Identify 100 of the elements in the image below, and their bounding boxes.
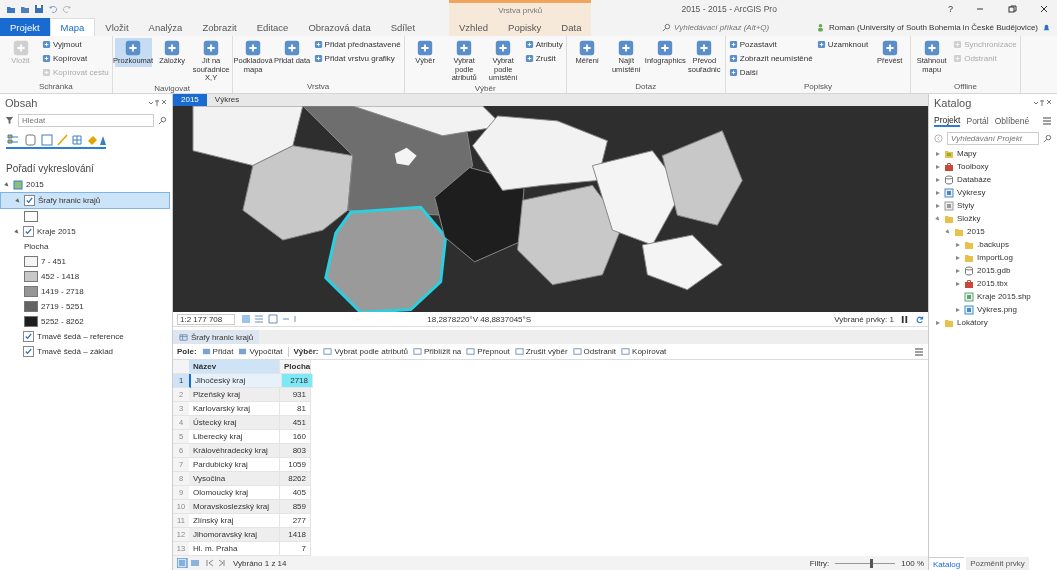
pane-tab[interactable]: Pozměnit prvky: [966, 557, 1029, 570]
toolbar-button[interactable]: Přepnout: [466, 347, 510, 357]
toolbar-button[interactable]: Odstranit: [572, 347, 617, 357]
tree-label[interactable]: ImportLog: [977, 253, 1014, 262]
ribbon-button[interactable]: Pozastavit: [727, 38, 814, 51]
expand-arrow-icon[interactable]: [935, 189, 941, 196]
tree-label[interactable]: Složky: [957, 214, 981, 223]
toolbar-button[interactable]: Zrušit výběr: [514, 347, 568, 357]
close-icon[interactable]: [1039, 4, 1049, 14]
table-navigation-icon[interactable]: [177, 558, 227, 569]
ribbon-tab[interactable]: Vzhled: [449, 18, 499, 36]
expand-arrow-icon[interactable]: [935, 150, 941, 157]
expand-arrow-icon[interactable]: [935, 319, 941, 326]
ribbon-tab[interactable]: Zobrazit: [192, 18, 247, 36]
expand-arrow-icon[interactable]: [955, 254, 961, 261]
panel-controls-icon[interactable]: [1032, 98, 1052, 108]
layer-item[interactable]: Kraje 2015: [0, 224, 172, 239]
refresh-icon[interactable]: [915, 314, 924, 324]
ribbon-tab[interactable]: Obrazová data: [298, 18, 381, 36]
ribbon-tab[interactable]: Sdílet: [380, 18, 426, 36]
panel-controls-icon[interactable]: [147, 98, 167, 108]
zoom-level[interactable]: 100 %: [901, 558, 924, 568]
catalog-tab[interactable]: Projekt: [934, 115, 961, 127]
ribbon-tab[interactable]: Popisky: [498, 18, 552, 36]
expand-arrow-icon[interactable]: [935, 202, 941, 209]
map-tab[interactable]: Výkres: [206, 94, 248, 106]
ribbon-button[interactable]: Další: [727, 66, 814, 79]
menu-icon[interactable]: [1042, 116, 1052, 126]
slider-thumb[interactable]: [870, 558, 874, 568]
pause-icon[interactable]: [900, 314, 909, 324]
tree-label[interactable]: 2015: [967, 227, 985, 236]
catalog-tab[interactable]: Portál: [966, 116, 989, 126]
ribbon-tab[interactable]: Data: [551, 18, 592, 36]
restore-icon[interactable]: [1007, 4, 1017, 14]
catalog-tab[interactable]: Oblíbené: [994, 116, 1030, 126]
checkbox[interactable]: [23, 331, 34, 342]
tree-label[interactable]: Styly: [957, 201, 975, 210]
tree-label[interactable]: Kraje 2015.shp: [977, 292, 1031, 301]
checkbox[interactable]: [23, 346, 34, 357]
tree-label[interactable]: Toolboxy: [957, 162, 989, 171]
ribbon-button[interactable]: Přidat vrstvu grafiky: [312, 52, 402, 65]
toolbar-button[interactable]: Kopírovat: [621, 347, 667, 357]
layer-item[interactable]: Tmavě šedá – základ: [0, 344, 172, 359]
expand-arrow-icon[interactable]: [955, 306, 961, 313]
ribbon-tab[interactable]: Vložit: [95, 18, 139, 36]
ribbon-tab[interactable]: Projekt: [0, 18, 50, 36]
ribbon-button[interactable]: Přidat přednastavené: [312, 38, 402, 51]
column-header[interactable]: Plocha: [280, 360, 311, 375]
bell-icon[interactable]: [1042, 22, 1051, 32]
expand-arrow-icon[interactable]: [955, 267, 961, 274]
ribbon-button[interactable]: Kopírovat: [41, 52, 110, 65]
ribbon-button[interactable]: Uzamknout: [815, 38, 870, 51]
layer-item[interactable]: Tmavě šedá – reference: [0, 329, 172, 344]
toolbar-button[interactable]: Vybrat podle atributů: [323, 347, 408, 357]
menu-icon[interactable]: [914, 346, 924, 357]
tree-label[interactable]: Mapy: [957, 149, 977, 158]
ribbon-button[interactable]: Atributy: [523, 38, 564, 51]
pane-tab[interactable]: Katalog: [929, 557, 965, 570]
toolbar-button[interactable]: Vypočítat: [238, 347, 283, 357]
search-icon[interactable]: [158, 116, 167, 125]
expand-arrow-icon[interactable]: [935, 163, 941, 170]
tree-label[interactable]: 2015.gdb: [977, 266, 1011, 275]
tree-label[interactable]: Lokátory: [957, 318, 988, 327]
ribbon-button[interactable]: Zobrazit neumístěné: [727, 52, 814, 65]
filter-icon[interactable]: [5, 116, 14, 125]
toolbar-button[interactable]: Přiblížit na: [412, 347, 462, 357]
layer-item[interactable]: Šrafy hranic krajů: [0, 192, 170, 209]
folder-icon[interactable]: [20, 4, 30, 14]
open-folder-icon[interactable]: [6, 4, 16, 14]
selected-features-text[interactable]: Vybrané prvky: 1: [834, 314, 894, 324]
help-button[interactable]: ?: [948, 4, 953, 14]
save-icon[interactable]: [34, 4, 44, 14]
command-search-field[interactable]: Vyhledávací příkaz (Alt+Q): [674, 22, 804, 32]
checkbox[interactable]: [23, 226, 34, 237]
toolbar-button[interactable]: Přidat: [201, 347, 234, 357]
view-toolbar-icon[interactable]: [6, 133, 106, 149]
tree-label[interactable]: 2015.tbx: [977, 279, 1008, 288]
ribbon-tab[interactable]: Mapa: [49, 18, 96, 36]
expand-arrow-icon[interactable]: [935, 176, 941, 183]
map-drawing[interactable]: [173, 105, 928, 313]
search-icon[interactable]: [1043, 134, 1052, 143]
user-name[interactable]: Roman (University of South Bohemia in České Budějovice): [829, 22, 1038, 32]
expand-arrow-icon[interactable]: [955, 280, 961, 287]
ribbon-button[interactable]: Zrušit: [523, 52, 564, 65]
undo-icon[interactable]: [48, 4, 58, 14]
map-tab[interactable]: 2015: [173, 94, 207, 106]
tree-label[interactable]: Výkresy: [957, 188, 986, 197]
table-tab[interactable]: Šrafy hranic krajů: [173, 330, 260, 345]
tree-label[interactable]: Databáze: [957, 175, 992, 184]
column-header[interactable]: Název: [189, 360, 280, 375]
search-field[interactable]: Hledat: [18, 114, 154, 127]
ribbon-tab[interactable]: Editace: [246, 18, 299, 36]
expand-arrow-icon[interactable]: [955, 241, 961, 248]
scale-dropdown[interactable]: 1:2 177 708: [177, 313, 236, 325]
checkbox[interactable]: [24, 195, 35, 206]
tree-label[interactable]: .backups: [977, 240, 1010, 249]
ribbon-tab[interactable]: Analýza: [138, 18, 193, 36]
tree-label[interactable]: Výkres.png: [977, 305, 1018, 314]
ribbon-button[interactable]: Vyjmout: [41, 38, 110, 51]
search-field[interactable]: Vyhledávání Projekt: [947, 132, 1039, 145]
